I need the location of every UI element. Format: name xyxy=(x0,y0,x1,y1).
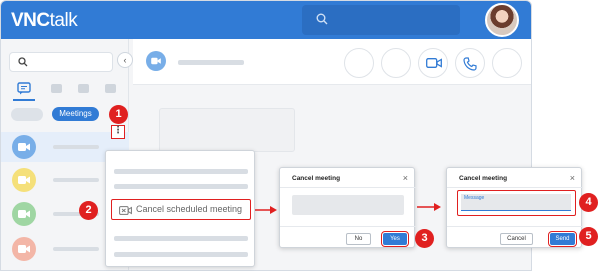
step-badge-4: 4 xyxy=(579,193,598,212)
step-badge-3: 3 xyxy=(415,229,434,248)
arrowhead-menu-to-dialog xyxy=(270,206,277,214)
step-badge-1: 1 xyxy=(109,105,128,124)
arrowhead-dialog-to-message xyxy=(434,203,441,211)
step-badge-2: 2 xyxy=(79,201,98,220)
step-badge-5: 5 xyxy=(579,227,598,246)
tutorial-arrows xyxy=(255,203,441,214)
